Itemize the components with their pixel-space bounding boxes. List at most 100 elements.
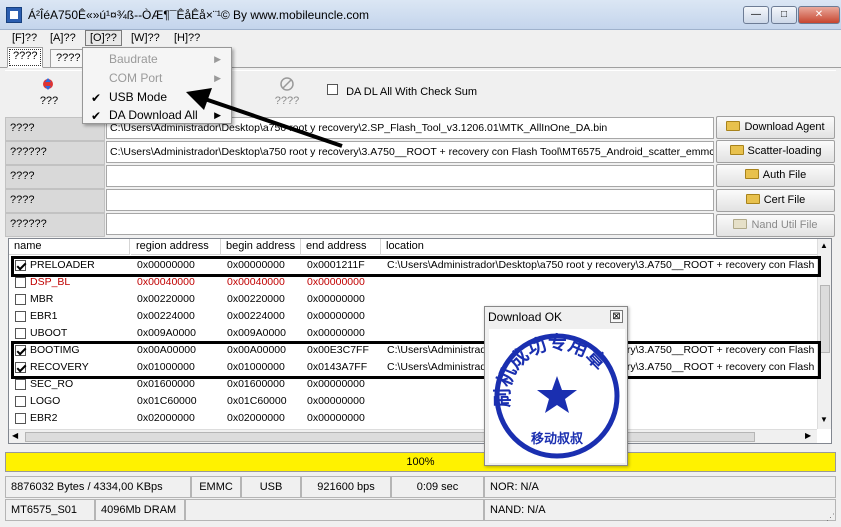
download-icon (43, 78, 53, 90)
row-checkbox[interactable] (15, 396, 26, 407)
col-region-address[interactable]: region address (131, 239, 221, 255)
highlight-boot-recovery (11, 341, 821, 379)
row-region-address: 0x02000000 (137, 412, 195, 424)
row-begin-address: 0x00220000 (227, 293, 285, 305)
download-agent-label: Download Agent (744, 121, 825, 133)
menu-help[interactable]: [H]?? (170, 30, 204, 46)
download-agent-button[interactable]: Download Agent (716, 116, 835, 139)
scroll-up-icon[interactable]: ▲ (820, 241, 828, 250)
nand-util-label: ?????? (5, 213, 105, 237)
nand-util-file-label: Nand Util File (751, 219, 818, 231)
scroll-thumb[interactable] (820, 285, 830, 353)
check-icon: ✔ (91, 91, 102, 105)
folder-icon (729, 145, 744, 155)
scatter-loading-label: Scatter-loading (747, 145, 822, 157)
folder-icon (726, 121, 741, 131)
row-end-address: 0x00000000 (307, 378, 365, 390)
menu-item-baudrate: Baudrate ▶ (109, 52, 221, 66)
auth-file-button[interactable]: Auth File (716, 164, 835, 187)
row-region-address: 0x00224000 (137, 310, 195, 322)
stamp-footer: 移动叔叔 (531, 431, 584, 447)
scroll-left-icon[interactable]: ◀ (12, 431, 18, 440)
scroll-down-icon[interactable]: ▼ (820, 415, 828, 424)
window-title: Á²ÎéA750Ê«»ú¹¤¾ß--ÒÆ¶¯ÊåÊå×¨¹© By www.mo… (28, 8, 370, 22)
app-icon (6, 7, 22, 23)
scatter-loading-button[interactable]: Scatter-loading (716, 140, 835, 163)
col-name[interactable]: name (9, 239, 130, 255)
cert-file-button[interactable]: Cert File (716, 189, 835, 212)
row-checkbox[interactable] (15, 311, 26, 322)
cert-file-label: Cert File (763, 194, 806, 206)
row-checkbox[interactable] (15, 379, 26, 390)
folder-icon (744, 169, 759, 179)
table-row[interactable]: EBR2 0x02000000 0x02000000 0x00000000 (9, 410, 819, 427)
status-storage: EMMC (191, 476, 241, 498)
status-port: USB (241, 476, 301, 498)
col-location[interactable]: location (381, 239, 819, 255)
menu-window[interactable]: [W]?? (127, 30, 164, 46)
status-time: 0:09 sec (391, 476, 484, 498)
row-checkbox[interactable] (15, 413, 26, 424)
nand-util-file-button: Nand Util File (716, 214, 835, 237)
auth-label: ???? (5, 165, 105, 189)
row-end-address: 0x00000000 (307, 293, 365, 305)
status-nand: NAND: N/A (484, 499, 836, 521)
scroll-right-icon[interactable]: ▶ (805, 431, 811, 440)
horizontal-scrollbar[interactable]: ◀ ▶ (9, 429, 817, 443)
row-checkbox[interactable] (15, 328, 26, 339)
auth-file-label: Auth File (762, 169, 807, 181)
row-checkbox[interactable] (15, 277, 26, 288)
status-baud: 921600 bps (301, 476, 391, 498)
table-row[interactable]: UBOOT 0x009A0000 0x009A0000 0x00000000 (9, 325, 819, 342)
maximize-button[interactable]: □ (771, 6, 797, 24)
row-name: EBR1 (30, 310, 58, 322)
annotation-arrow-icon (186, 88, 343, 148)
col-end-address[interactable]: end address (301, 239, 381, 255)
nand-util-path-field[interactable] (106, 213, 714, 235)
check-icon: ✔ (91, 109, 102, 123)
row-begin-address: 0x009A0000 (227, 327, 286, 339)
menu-action[interactable]: [A]?? (46, 30, 80, 46)
download-button[interactable]: ??? (31, 75, 67, 113)
close-button[interactable]: ✕ (798, 6, 840, 24)
row-name: EBR2 (30, 412, 58, 424)
row-begin-address: 0x01600000 (227, 378, 285, 390)
row-name: LOGO (30, 395, 61, 407)
minimize-button[interactable]: — (743, 6, 769, 24)
row-name: DSP_BL (30, 276, 71, 288)
table-row[interactable]: EBR1 0x00224000 0x00224000 0x00000000 (9, 308, 819, 325)
submenu-arrow-icon: ▶ (214, 73, 221, 83)
row-begin-address: 0x00040000 (227, 276, 285, 288)
menu-bar: [F]?? [A]?? [O]?? [W]?? [H]?? (0, 30, 841, 46)
cert-path-field[interactable] (106, 189, 714, 211)
menu-item-com-port: COM Port ▶ (109, 71, 221, 85)
horizontal-scroll-thumb[interactable] (25, 432, 755, 442)
row-region-address: 0x01C60000 (137, 395, 197, 407)
col-begin-address[interactable]: begin address (221, 239, 301, 255)
dialog-close-button[interactable]: ⊠ (610, 310, 623, 323)
status-chip: MT6575_S01 (5, 499, 95, 521)
row-end-address: 0x00000000 (307, 412, 365, 424)
download-label: ??? (39, 95, 59, 107)
row-checkbox[interactable] (15, 294, 26, 305)
tab-download[interactable]: ???? (7, 47, 44, 68)
row-region-address: 0x00220000 (137, 293, 195, 305)
menu-options[interactable]: [O]?? (85, 30, 122, 46)
status-bytes: 8876032 Bytes / 4334,00 KBps (5, 476, 191, 498)
menu-file[interactable]: [F]?? (8, 30, 41, 46)
row-region-address: 0x00040000 (137, 276, 195, 288)
table-row[interactable]: MBR 0x00220000 0x00220000 0x00000000 (9, 291, 819, 308)
status-empty (185, 499, 484, 521)
row-name: SEC_RO (30, 378, 74, 390)
progress-bar: 100% (5, 452, 836, 472)
tab-readback[interactable]: ???? (50, 49, 87, 67)
submenu-arrow-icon: ▶ (214, 54, 221, 64)
row-end-address: 0x00000000 (307, 395, 365, 407)
table-row[interactable]: LOGO 0x01C60000 0x01C60000 0x00000000 (9, 393, 819, 410)
auth-path-field[interactable] (106, 165, 714, 187)
row-end-address: 0x00000000 (307, 310, 365, 322)
status-nor: NOR: N/A (484, 476, 836, 498)
cert-label: ???? (5, 189, 105, 213)
status-dram: 4096Mb DRAM (95, 499, 185, 521)
resize-grip-icon[interactable]: ⋰ (826, 512, 836, 522)
